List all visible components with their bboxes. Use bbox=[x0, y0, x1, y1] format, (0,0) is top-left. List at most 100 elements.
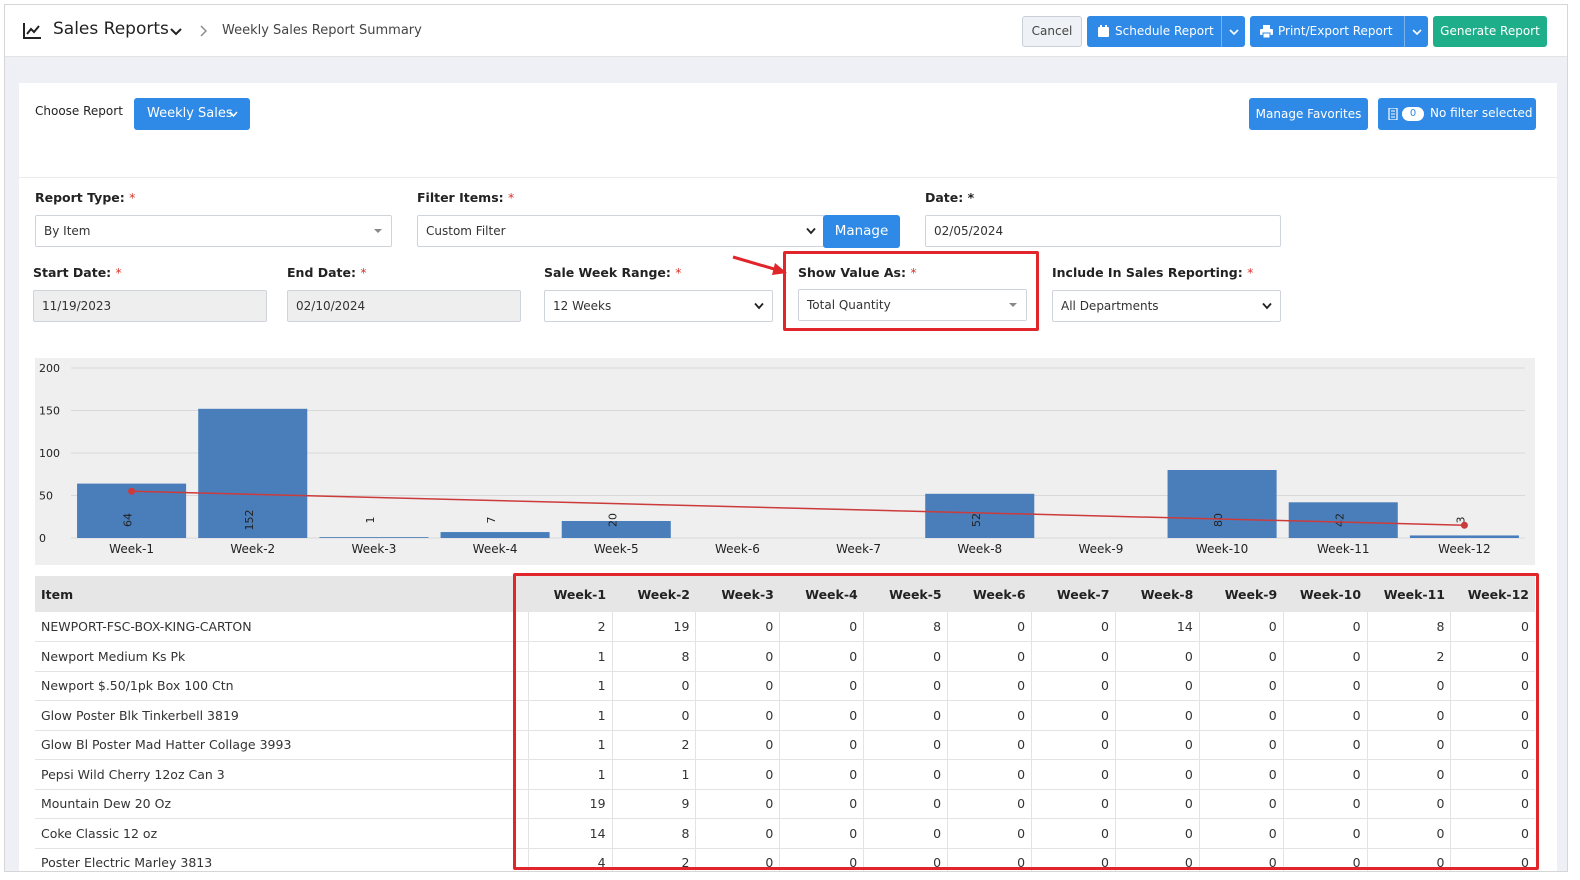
week-value-cell: 0 bbox=[779, 789, 864, 819]
table-row[interactable]: NEWPORT-FSC-BOX-KING-CARTON 2 19 0 0 8 0 0 14 0 0 8… bbox=[35, 612, 1535, 642]
filter-status-button[interactable]: 0 No filter selected bbox=[1378, 98, 1536, 130]
week-value-cell: 0 bbox=[947, 818, 1032, 849]
week-value-cell: 0 bbox=[1450, 759, 1535, 790]
x-tick-label: Week-12 bbox=[1438, 542, 1490, 556]
schedule-dropdown-toggle[interactable] bbox=[1221, 16, 1245, 47]
week-value-cell: 0 bbox=[779, 641, 864, 672]
chart-bar bbox=[319, 537, 429, 538]
include-in-sales-select[interactable]: All Departments bbox=[1052, 290, 1281, 322]
week-value-cell: 1 bbox=[611, 759, 696, 790]
week-value-cell: 0 bbox=[1031, 730, 1116, 760]
chevron-down-icon bbox=[1412, 29, 1422, 36]
week-value-cell: 0 bbox=[1114, 671, 1200, 701]
week-column-header[interactable]: Week-11 bbox=[1367, 576, 1451, 612]
chevron-down-icon bbox=[1229, 29, 1239, 36]
item-name-cell: Glow Poster Blk Tinkerbell 3819 bbox=[35, 700, 529, 731]
week-value-cell: 0 bbox=[1114, 789, 1200, 819]
manage-filter-button[interactable]: Manage bbox=[823, 215, 900, 248]
week-value-cell: 0 bbox=[695, 641, 780, 672]
week-column-header[interactable]: Week-5 bbox=[863, 576, 948, 612]
date-input[interactable]: 02/05/2024 bbox=[925, 215, 1281, 247]
chevron-down-icon bbox=[806, 227, 816, 235]
week-value-cell: 2 bbox=[1366, 641, 1451, 672]
week-value-cell: 0 bbox=[1114, 700, 1200, 731]
bar-data-label: 52 bbox=[970, 513, 983, 527]
trend-point bbox=[128, 487, 136, 495]
app-window: Sales Reports Weekly Sales Report Summar… bbox=[4, 4, 1568, 872]
table-row[interactable]: Glow Poster Blk Tinkerbell 3819 1 0 0 0 0 0 0 0 0… bbox=[35, 700, 1535, 731]
week-value-cell: 0 bbox=[1031, 700, 1116, 731]
week-value-cell: 0 bbox=[1366, 848, 1451, 871]
week-column-header[interactable]: Week-8 bbox=[1115, 576, 1200, 612]
week-column-header[interactable]: Week-2 bbox=[612, 576, 696, 612]
y-tick-label: 150 bbox=[39, 405, 60, 418]
week-value-cell: 0 bbox=[1031, 818, 1116, 849]
week-value-cell: 0 bbox=[947, 730, 1032, 760]
week-column-header[interactable]: Week-1 bbox=[528, 576, 613, 612]
week-value-cell: 14 bbox=[1114, 612, 1200, 642]
chevron-down-icon[interactable] bbox=[169, 25, 183, 39]
week-value-cell: 0 bbox=[1282, 818, 1368, 849]
week-value-cell: 0 bbox=[695, 848, 780, 871]
week-value-cell: 0 bbox=[863, 641, 948, 672]
report-select-label: Weekly Sales bbox=[147, 106, 233, 121]
week-column-header[interactable]: Week-3 bbox=[695, 576, 780, 612]
filter-items-select[interactable]: Custom Filter bbox=[417, 215, 825, 247]
week-value-cell: 0 bbox=[947, 759, 1032, 790]
item-column-header[interactable]: Item bbox=[35, 576, 529, 612]
week-column-header[interactable]: Week-4 bbox=[779, 576, 864, 612]
schedule-report-button[interactable]: Schedule Report bbox=[1087, 16, 1245, 47]
week-value-cell: 0 bbox=[947, 612, 1032, 642]
table-row[interactable]: Newport $.50/1pk Box 100 Ctn 1 0 0 0 0 0 0 0 0 0 0 0 bbox=[35, 671, 1535, 701]
week-value-cell: 2 bbox=[611, 848, 696, 871]
print-dropdown-toggle[interactable] bbox=[1404, 16, 1428, 47]
week-value-cell: 0 bbox=[1366, 700, 1451, 731]
report-type-select[interactable]: By Item bbox=[35, 215, 392, 247]
week-value-cell: 0 bbox=[1031, 759, 1116, 790]
week-value-cell: 0 bbox=[779, 818, 864, 849]
table-row[interactable]: Mountain Dew 20 Oz 19 9 0 0 0 0 0 0 0 0 0 0 bbox=[35, 789, 1535, 819]
week-value-cell: 2 bbox=[527, 612, 613, 642]
week-value-cell: 1 bbox=[527, 641, 613, 672]
table-row[interactable]: Pepsi Wild Cherry 12oz Can 3110000000000 bbox=[35, 759, 1535, 790]
cancel-button[interactable]: Cancel bbox=[1022, 16, 1082, 47]
week-value-cell: 0 bbox=[863, 818, 948, 849]
arrow-annotation-icon bbox=[732, 255, 787, 275]
item-name-cell: Mountain Dew 20 Oz bbox=[35, 789, 529, 819]
filter-status-label: No filter selected bbox=[1430, 106, 1533, 120]
manage-favorites-button[interactable]: Manage Favorites bbox=[1249, 98, 1368, 130]
week-value-cell: 0 bbox=[695, 612, 780, 642]
table-row[interactable]: Coke Classic 12 oz 14 8 0 0 0 0 0 0 0 0 0 0 bbox=[35, 818, 1535, 849]
start-date-label: Start Date: * bbox=[33, 265, 122, 280]
table-row[interactable]: Glow Bl Poster Mad Hatter Collage 3993 1 2… bbox=[35, 730, 1535, 760]
week-value-cell: 19 bbox=[611, 612, 696, 642]
week-value-cell: 2 bbox=[611, 730, 696, 760]
table-row[interactable]: Poster Electric Marley 3813 4 2 0 0 0 0 0 0 0 0 0 0 bbox=[35, 848, 1535, 871]
week-column-header[interactable]: Week-7 bbox=[1031, 576, 1116, 612]
sale-week-range-select[interactable]: 12 Weeks bbox=[544, 290, 773, 322]
week-value-cell: 1 bbox=[527, 700, 613, 731]
week-value-cell: 0 bbox=[695, 671, 780, 701]
week-value-cell: 0 bbox=[695, 789, 780, 819]
table-row[interactable]: Newport Medium Ks Pk 1 8 0 0 0 0 0 0 0 0 2 0 bbox=[35, 641, 1535, 672]
week-value-cell: 0 bbox=[1198, 789, 1284, 819]
week-value-cell: 9 bbox=[611, 789, 696, 819]
print-export-button[interactable]: Print/Export Report bbox=[1250, 16, 1428, 47]
weekly-sales-chart: 0 50 100 150 200 64 Week-1 152 Week-2 1 Week-3 7 Wee… bbox=[35, 358, 1535, 565]
week-column-header[interactable]: Week-6 bbox=[947, 576, 1032, 612]
week-value-cell: 0 bbox=[1366, 671, 1451, 701]
week-column-header[interactable]: Week-9 bbox=[1199, 576, 1284, 612]
x-tick-label: Week-1 bbox=[109, 542, 154, 556]
week-value-cell: 0 bbox=[1366, 818, 1451, 849]
week-column-header[interactable]: Week-10 bbox=[1283, 576, 1368, 612]
breadcrumb-separator-icon bbox=[200, 25, 207, 37]
generate-report-button[interactable]: Generate Report bbox=[1433, 16, 1547, 47]
week-value-cell: 0 bbox=[1198, 641, 1284, 672]
week-column-header[interactable]: Week-12 bbox=[1450, 576, 1535, 612]
bar-data-label: 7 bbox=[485, 517, 498, 524]
week-value-cell: 0 bbox=[779, 730, 864, 760]
week-value-cell: 1 bbox=[527, 671, 613, 701]
week-value-cell: 0 bbox=[947, 671, 1032, 701]
report-select-button[interactable]: Weekly Sales bbox=[134, 98, 250, 130]
x-tick-label: Week-11 bbox=[1317, 542, 1369, 556]
